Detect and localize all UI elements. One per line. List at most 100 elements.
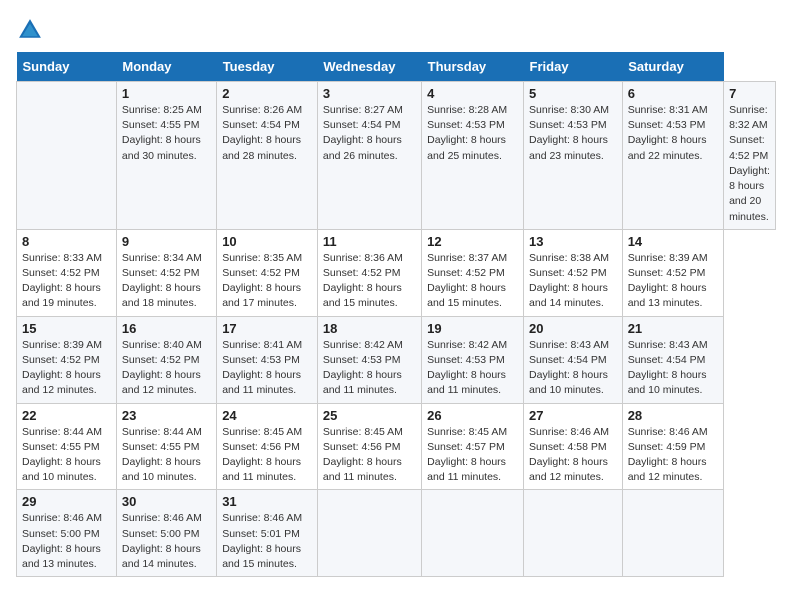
day-number: 17: [222, 321, 312, 336]
calendar-week-row: 22 Sunrise: 8:44 AM Sunset: 4:55 PM Dayl…: [17, 403, 776, 490]
day-number: 24: [222, 408, 312, 423]
day-number: 9: [122, 234, 211, 249]
day-info: Sunrise: 8:30 AM Sunset: 4:53 PM Dayligh…: [529, 103, 617, 164]
day-number: 14: [628, 234, 718, 249]
calendar-day-cell: [422, 490, 524, 577]
day-info: Sunrise: 8:31 AM Sunset: 4:53 PM Dayligh…: [628, 103, 718, 164]
calendar-day-cell: 1 Sunrise: 8:25 AM Sunset: 4:55 PM Dayli…: [116, 82, 216, 230]
calendar-day-cell: 10 Sunrise: 8:35 AM Sunset: 4:52 PM Dayl…: [217, 229, 318, 316]
day-number: 21: [628, 321, 718, 336]
calendar-day-cell: [317, 490, 421, 577]
day-number: 3: [323, 86, 416, 101]
calendar-day-cell: 26 Sunrise: 8:45 AM Sunset: 4:57 PM Dayl…: [422, 403, 524, 490]
day-number: 30: [122, 494, 211, 509]
calendar-day-cell: 4 Sunrise: 8:28 AM Sunset: 4:53 PM Dayli…: [422, 82, 524, 230]
day-info: Sunrise: 8:42 AM Sunset: 4:53 PM Dayligh…: [323, 338, 416, 399]
day-number: 4: [427, 86, 518, 101]
day-number: 22: [22, 408, 111, 423]
empty-cell: [17, 82, 117, 230]
day-info: Sunrise: 8:32 AM Sunset: 4:52 PM Dayligh…: [729, 103, 770, 225]
calendar-day-cell: 18 Sunrise: 8:42 AM Sunset: 4:53 PM Dayl…: [317, 316, 421, 403]
day-number: 12: [427, 234, 518, 249]
weekday-header: Thursday: [422, 52, 524, 82]
day-number: 13: [529, 234, 617, 249]
calendar-week-row: 8 Sunrise: 8:33 AM Sunset: 4:52 PM Dayli…: [17, 229, 776, 316]
weekday-header: Tuesday: [217, 52, 318, 82]
calendar-day-cell: 31 Sunrise: 8:46 AM Sunset: 5:01 PM Dayl…: [217, 490, 318, 577]
day-info: Sunrise: 8:45 AM Sunset: 4:57 PM Dayligh…: [427, 425, 518, 486]
day-info: Sunrise: 8:27 AM Sunset: 4:54 PM Dayligh…: [323, 103, 416, 164]
calendar-day-cell: 11 Sunrise: 8:36 AM Sunset: 4:52 PM Dayl…: [317, 229, 421, 316]
weekday-header: Wednesday: [317, 52, 421, 82]
day-number: 10: [222, 234, 312, 249]
day-number: 8: [22, 234, 111, 249]
day-info: Sunrise: 8:45 AM Sunset: 4:56 PM Dayligh…: [222, 425, 312, 486]
calendar-day-cell: 13 Sunrise: 8:38 AM Sunset: 4:52 PM Dayl…: [524, 229, 623, 316]
day-info: Sunrise: 8:35 AM Sunset: 4:52 PM Dayligh…: [222, 251, 312, 312]
day-number: 26: [427, 408, 518, 423]
calendar-day-cell: 12 Sunrise: 8:37 AM Sunset: 4:52 PM Dayl…: [422, 229, 524, 316]
calendar-day-cell: 21 Sunrise: 8:43 AM Sunset: 4:54 PM Dayl…: [622, 316, 723, 403]
day-info: Sunrise: 8:37 AM Sunset: 4:52 PM Dayligh…: [427, 251, 518, 312]
day-info: Sunrise: 8:33 AM Sunset: 4:52 PM Dayligh…: [22, 251, 111, 312]
calendar-day-cell: 17 Sunrise: 8:41 AM Sunset: 4:53 PM Dayl…: [217, 316, 318, 403]
day-number: 5: [529, 86, 617, 101]
logo-icon: [16, 16, 44, 44]
day-info: Sunrise: 8:39 AM Sunset: 4:52 PM Dayligh…: [628, 251, 718, 312]
day-number: 27: [529, 408, 617, 423]
day-info: Sunrise: 8:43 AM Sunset: 4:54 PM Dayligh…: [628, 338, 718, 399]
day-info: Sunrise: 8:44 AM Sunset: 4:55 PM Dayligh…: [22, 425, 111, 486]
calendar-week-row: 29 Sunrise: 8:46 AM Sunset: 5:00 PM Dayl…: [17, 490, 776, 577]
calendar-header: SundayMondayTuesdayWednesdayThursdayFrid…: [17, 52, 776, 82]
calendar-day-cell: 29 Sunrise: 8:46 AM Sunset: 5:00 PM Dayl…: [17, 490, 117, 577]
calendar-day-cell: [622, 490, 723, 577]
weekday-header: Friday: [524, 52, 623, 82]
day-number: 7: [729, 86, 770, 101]
day-info: Sunrise: 8:44 AM Sunset: 4:55 PM Dayligh…: [122, 425, 211, 486]
day-info: Sunrise: 8:46 AM Sunset: 5:00 PM Dayligh…: [22, 511, 111, 572]
day-info: Sunrise: 8:41 AM Sunset: 4:53 PM Dayligh…: [222, 338, 312, 399]
day-info: Sunrise: 8:34 AM Sunset: 4:52 PM Dayligh…: [122, 251, 211, 312]
day-number: 31: [222, 494, 312, 509]
weekday-header: Monday: [116, 52, 216, 82]
day-number: 23: [122, 408, 211, 423]
calendar-day-cell: 22 Sunrise: 8:44 AM Sunset: 4:55 PM Dayl…: [17, 403, 117, 490]
day-info: Sunrise: 8:46 AM Sunset: 5:00 PM Dayligh…: [122, 511, 211, 572]
calendar-body: 1 Sunrise: 8:25 AM Sunset: 4:55 PM Dayli…: [17, 82, 776, 577]
calendar-day-cell: 20 Sunrise: 8:43 AM Sunset: 4:54 PM Dayl…: [524, 316, 623, 403]
day-number: 1: [122, 86, 211, 101]
day-number: 6: [628, 86, 718, 101]
day-info: Sunrise: 8:43 AM Sunset: 4:54 PM Dayligh…: [529, 338, 617, 399]
day-number: 11: [323, 234, 416, 249]
day-info: Sunrise: 8:28 AM Sunset: 4:53 PM Dayligh…: [427, 103, 518, 164]
calendar-day-cell: [524, 490, 623, 577]
calendar-day-cell: 3 Sunrise: 8:27 AM Sunset: 4:54 PM Dayli…: [317, 82, 421, 230]
calendar-day-cell: 9 Sunrise: 8:34 AM Sunset: 4:52 PM Dayli…: [116, 229, 216, 316]
day-info: Sunrise: 8:46 AM Sunset: 4:59 PM Dayligh…: [628, 425, 718, 486]
page-header: [16, 16, 776, 44]
weekday-header: Saturday: [622, 52, 723, 82]
calendar-week-row: 1 Sunrise: 8:25 AM Sunset: 4:55 PM Dayli…: [17, 82, 776, 230]
day-info: Sunrise: 8:25 AM Sunset: 4:55 PM Dayligh…: [122, 103, 211, 164]
day-number: 20: [529, 321, 617, 336]
day-number: 18: [323, 321, 416, 336]
day-info: Sunrise: 8:46 AM Sunset: 5:01 PM Dayligh…: [222, 511, 312, 572]
day-info: Sunrise: 8:26 AM Sunset: 4:54 PM Dayligh…: [222, 103, 312, 164]
day-info: Sunrise: 8:45 AM Sunset: 4:56 PM Dayligh…: [323, 425, 416, 486]
calendar-day-cell: 30 Sunrise: 8:46 AM Sunset: 5:00 PM Dayl…: [116, 490, 216, 577]
day-info: Sunrise: 8:46 AM Sunset: 4:58 PM Dayligh…: [529, 425, 617, 486]
calendar-day-cell: 6 Sunrise: 8:31 AM Sunset: 4:53 PM Dayli…: [622, 82, 723, 230]
logo: [16, 16, 48, 44]
calendar-day-cell: 8 Sunrise: 8:33 AM Sunset: 4:52 PM Dayli…: [17, 229, 117, 316]
calendar-day-cell: 5 Sunrise: 8:30 AM Sunset: 4:53 PM Dayli…: [524, 82, 623, 230]
calendar-day-cell: 15 Sunrise: 8:39 AM Sunset: 4:52 PM Dayl…: [17, 316, 117, 403]
day-info: Sunrise: 8:42 AM Sunset: 4:53 PM Dayligh…: [427, 338, 518, 399]
calendar-day-cell: 25 Sunrise: 8:45 AM Sunset: 4:56 PM Dayl…: [317, 403, 421, 490]
day-info: Sunrise: 8:36 AM Sunset: 4:52 PM Dayligh…: [323, 251, 416, 312]
day-number: 19: [427, 321, 518, 336]
calendar-day-cell: 28 Sunrise: 8:46 AM Sunset: 4:59 PM Dayl…: [622, 403, 723, 490]
calendar-day-cell: 27 Sunrise: 8:46 AM Sunset: 4:58 PM Dayl…: [524, 403, 623, 490]
calendar-day-cell: 14 Sunrise: 8:39 AM Sunset: 4:52 PM Dayl…: [622, 229, 723, 316]
calendar-day-cell: 16 Sunrise: 8:40 AM Sunset: 4:52 PM Dayl…: [116, 316, 216, 403]
calendar-table: SundayMondayTuesdayWednesdayThursdayFrid…: [16, 52, 776, 577]
